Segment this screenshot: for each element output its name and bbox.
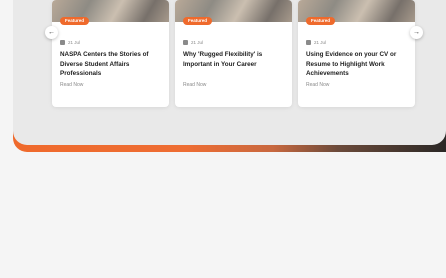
article-meta: 21 Jul xyxy=(306,40,326,45)
calendar-icon xyxy=(60,40,65,45)
read-now-link[interactable]: Read Now xyxy=(60,82,83,88)
article-date: 21 Jul xyxy=(314,40,327,45)
featured-badge: Featured xyxy=(183,17,213,25)
carousel-next-button[interactable]: → xyxy=(410,26,423,39)
featured-section: Featured 21 Jul NASPA Centers the Storie… xyxy=(13,0,446,152)
article-card[interactable]: Featured 21 Jul NASPA Centers the Storie… xyxy=(52,0,169,107)
arrow-right-icon: → xyxy=(413,29,420,36)
article-meta: 21 Jul xyxy=(183,40,203,45)
article-meta: 21 Jul xyxy=(60,40,80,45)
article-card[interactable]: Featured 21 Jul Why 'Rugged Flexibility'… xyxy=(175,0,292,107)
featured-badge: Featured xyxy=(60,17,90,25)
read-now-link[interactable]: Read Now xyxy=(183,82,206,88)
featured-carousel: Featured 21 Jul NASPA Centers the Storie… xyxy=(13,0,446,145)
article-date: 21 Jul xyxy=(68,40,81,45)
article-title[interactable]: Using Evidence on your CV or Resume to H… xyxy=(306,50,409,79)
arrow-left-icon: ← xyxy=(48,29,55,36)
read-now-link[interactable]: Read Now xyxy=(306,82,329,88)
article-title[interactable]: Why 'Rugged Flexibility' is Important in… xyxy=(183,50,286,69)
article-card[interactable]: Featured 21 Jul Using Evidence on your C… xyxy=(298,0,415,107)
article-title[interactable]: NASPA Centers the Stories of Diverse Stu… xyxy=(60,50,163,79)
article-date: 21 Jul xyxy=(191,40,204,45)
carousel-prev-button[interactable]: ← xyxy=(45,26,58,39)
calendar-icon xyxy=(306,40,311,45)
calendar-icon xyxy=(183,40,188,45)
featured-badge: Featured xyxy=(306,17,336,25)
